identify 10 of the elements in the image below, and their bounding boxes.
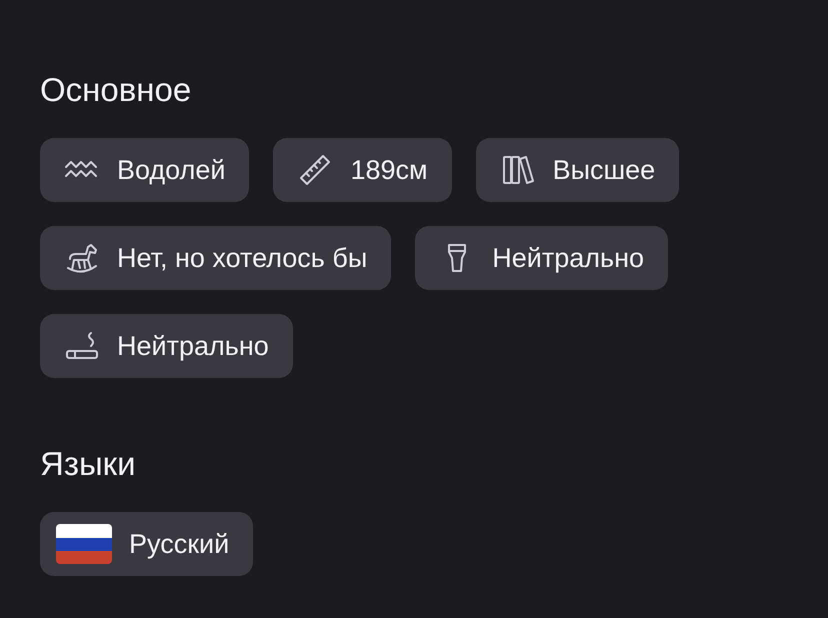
section-heading: Языки bbox=[40, 444, 137, 484]
info-chip: Русский bbox=[40, 512, 254, 576]
russian-flag-icon bbox=[56, 524, 112, 564]
info-chip: Водолей bbox=[40, 138, 250, 202]
section-heading: Основное bbox=[40, 70, 192, 110]
info-chip: Нет, но хотелось бы bbox=[40, 226, 392, 290]
info-chip: Высшее bbox=[476, 138, 680, 202]
info-chip: 189см bbox=[273, 138, 452, 202]
info-chip: Нейтрально bbox=[415, 226, 668, 290]
info-chip: Нейтрально bbox=[40, 314, 293, 378]
